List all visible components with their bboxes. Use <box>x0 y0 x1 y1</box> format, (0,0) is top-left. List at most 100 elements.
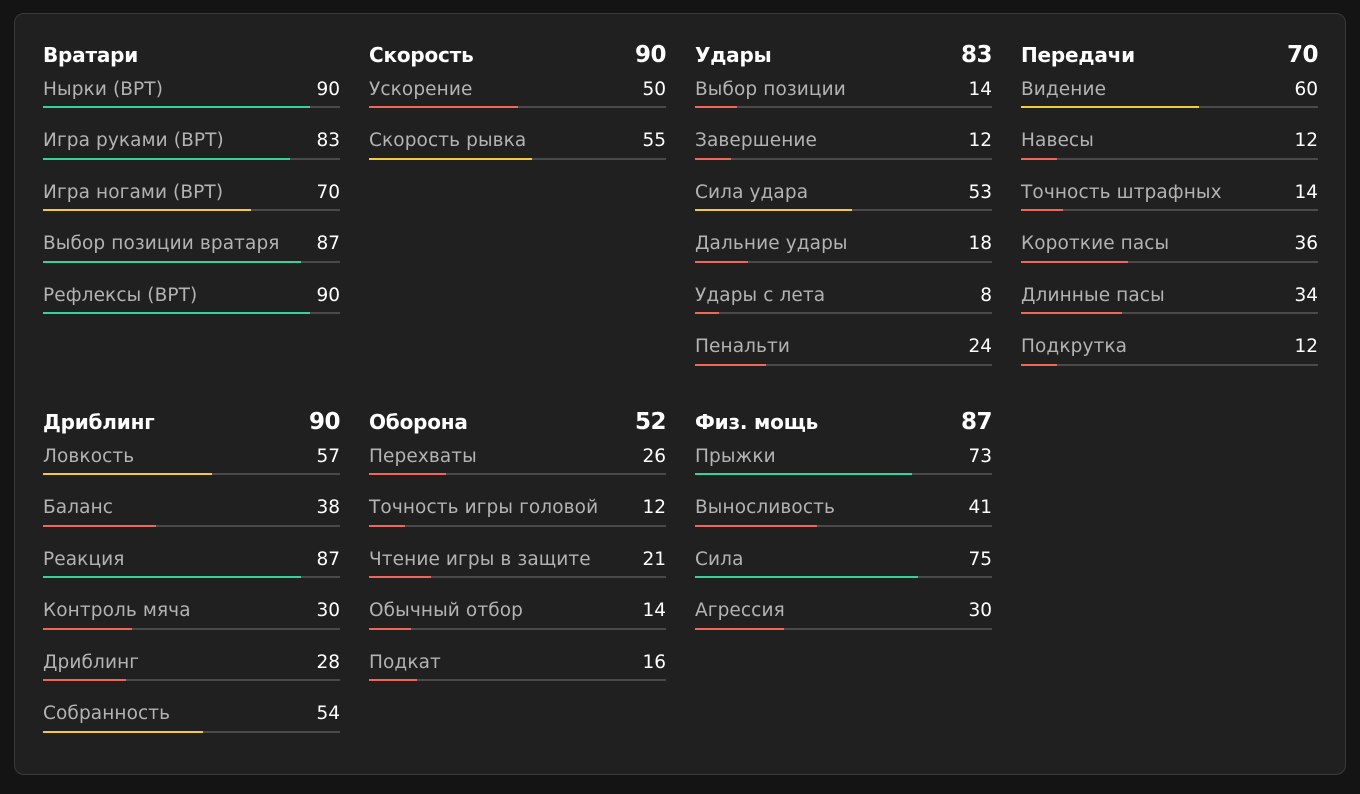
stat-bar-track <box>369 627 666 630</box>
stat-label: Контроль мяча <box>43 600 191 621</box>
stat-bar-fill <box>695 473 912 475</box>
stat-bar-fill <box>43 209 251 211</box>
stat-line: Выбор позиции вратаря 87 <box>43 227 340 257</box>
stat-value: 90 <box>316 284 340 306</box>
stat-label: Сила удара <box>695 181 809 203</box>
stat-bar-fill <box>43 576 301 578</box>
stat-bar-track <box>43 157 340 160</box>
stat-value: 70 <box>316 181 340 203</box>
attribute-group: Передачи 70 Видение 60 Навесы 12 Точность штра… <box>1021 40 1319 381</box>
stat-bar-fill <box>369 576 431 578</box>
stat-label: Выбор позиции вратаря <box>43 233 280 254</box>
stat-value: 28 <box>316 651 340 673</box>
stat-value: 16 <box>642 651 666 673</box>
stat-row: Рефлексы (ВРТ) 90 <box>43 278 340 330</box>
stat-label: Выносливость <box>695 497 836 518</box>
stat-value: 12 <box>642 497 666 518</box>
stat-bar-track <box>369 157 666 160</box>
group-header: Передачи 70 <box>1021 40 1319 70</box>
stat-value: 87 <box>316 233 340 254</box>
stat-line: Навесы 12 <box>1021 124 1318 154</box>
stat-label: Точность игры головой <box>369 497 599 518</box>
stat-row: Реакция 87 <box>43 542 340 594</box>
stat-line: Выбор позиции 14 <box>695 72 992 102</box>
stat-bar-track <box>1021 363 1318 366</box>
stat-bar-track <box>695 576 992 578</box>
stat-bar-track <box>369 679 666 681</box>
stat-bar-fill <box>43 260 301 263</box>
stat-line: Короткие пасы 36 <box>1021 227 1318 257</box>
stat-row: Перехваты 26 <box>369 439 666 491</box>
stat-bar-track <box>43 730 340 733</box>
stat-row: Ловкость 57 <box>43 439 340 491</box>
stat-value: 60 <box>1294 78 1318 100</box>
stat-value: 57 <box>316 445 340 467</box>
stat-list: Нырки (ВРТ) 90 Игра руками (ВРТ) 83 Игра ног… <box>43 72 340 330</box>
stat-line: Скорость рывка 55 <box>369 124 666 154</box>
stat-row: Дриблинг 28 <box>43 645 340 697</box>
stat-bar-track <box>43 679 340 681</box>
stat-bar-track <box>1021 106 1318 108</box>
stat-label: Перехваты <box>369 445 477 467</box>
stat-bar-track <box>695 157 992 160</box>
stat-list: Видение 60 Навесы 12 Точность штрафных 14 Коро… <box>1021 72 1318 381</box>
stat-row: Подкрутка 12 <box>1021 330 1318 382</box>
stat-value: 41 <box>968 497 992 518</box>
stat-bar-fill <box>1021 209 1063 211</box>
stat-bar-fill <box>43 473 212 475</box>
stat-label: Пенальти <box>695 336 791 357</box>
stat-row: Сила удара 53 <box>695 175 992 227</box>
group-score: 90 <box>634 42 667 68</box>
stat-value: 87 <box>316 548 340 570</box>
stat-bar-fill <box>43 679 126 681</box>
stat-line: Игра ногами (ВРТ) 70 <box>43 175 340 205</box>
stat-bar-track <box>695 627 992 630</box>
stat-row: Удары с лета 8 <box>695 278 992 330</box>
stat-bar-track <box>695 209 992 211</box>
stat-label: Нырки (ВРТ) <box>43 78 164 100</box>
stat-bar-track <box>43 576 340 578</box>
attribute-group: Удары 83 Выбор позиции 14 Завершение 12 Сила у… <box>695 40 993 381</box>
group-header: Скорость 90 <box>369 40 667 70</box>
stat-line: Выносливость 41 <box>695 491 992 521</box>
stat-bar-fill <box>695 524 817 527</box>
stat-line: Пенальти 24 <box>695 330 992 360</box>
stat-label: Агрессия <box>695 600 785 621</box>
stat-line: Подкат 16 <box>369 645 666 675</box>
stat-line: Завершение 12 <box>695 124 992 154</box>
stat-row: Чтение игры в защите 21 <box>369 542 666 594</box>
stat-value: 18 <box>968 233 992 254</box>
stat-label: Реакция <box>43 548 125 570</box>
stat-label: Подкрутка <box>1021 336 1128 357</box>
stat-value: 90 <box>316 78 340 100</box>
stat-value: 75 <box>968 548 992 570</box>
stat-row: Прыжки 73 <box>695 439 992 491</box>
stat-value: 55 <box>642 130 666 151</box>
stat-label: Выбор позиции <box>695 78 846 100</box>
stat-line: Собранность 54 <box>43 697 340 727</box>
stat-line: Удары с лета 8 <box>695 278 992 308</box>
stat-line: Чтение игры в защите 21 <box>369 542 666 572</box>
stat-bar-track <box>1021 260 1318 263</box>
stat-bar-track <box>43 106 340 108</box>
stat-line: Ускорение 50 <box>369 72 666 102</box>
stat-line: Видение 60 <box>1021 72 1318 102</box>
stat-bar-fill <box>695 106 737 108</box>
stat-row: Игра руками (ВРТ) 83 <box>43 124 340 176</box>
stat-label: Видение <box>1021 78 1107 100</box>
stat-value: 30 <box>968 600 992 621</box>
group-title: Оборона <box>369 410 468 434</box>
stat-row: Дальние удары 18 <box>695 227 992 279</box>
stat-line: Длинные пасы 34 <box>1021 278 1318 308</box>
group-score: 52 <box>634 409 667 435</box>
stat-row: Контроль мяча 30 <box>43 594 340 646</box>
stat-label: Скорость рывка <box>369 130 527 151</box>
stat-row: Сила 75 <box>695 542 992 594</box>
stat-label: Собранность <box>43 703 171 724</box>
stat-line: Обычный отбор 14 <box>369 594 666 624</box>
group-header: Физ. мощь 87 <box>695 407 993 437</box>
stat-row: Видение 60 <box>1021 72 1318 124</box>
stat-bar-track <box>43 524 340 527</box>
stat-bar-fill <box>695 157 731 160</box>
stat-value: 14 <box>642 600 666 621</box>
